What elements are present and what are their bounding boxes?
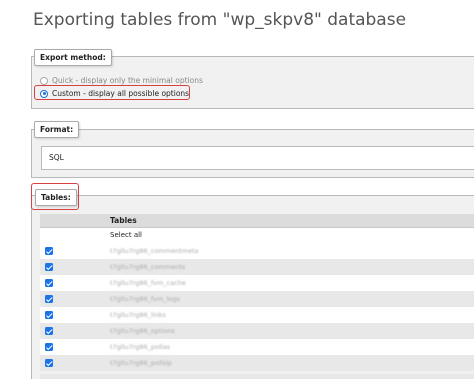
export-method-quick-option[interactable]: Quick - display only the minimal options xyxy=(40,76,203,85)
table-row: t7gllu7rg86_fvm_cache xyxy=(40,275,474,291)
tables-column-header: Tables xyxy=(40,214,474,228)
table-row-checkbox[interactable] xyxy=(45,311,53,319)
table-row-checkbox[interactable] xyxy=(45,359,53,367)
table-name[interactable]: t7gllu7rg86_fvm_logs xyxy=(110,295,180,303)
table-row-checkbox[interactable] xyxy=(45,327,53,335)
table-name[interactable]: t7gllu7rg86_comments xyxy=(110,263,185,271)
table-name[interactable]: t7gllu7rg86_options xyxy=(110,327,175,335)
quick-radio[interactable] xyxy=(40,76,48,85)
table-row: t7gllu7rg86_pollsip xyxy=(40,355,474,371)
table-name[interactable]: t7gllu7rg86_links xyxy=(110,311,166,319)
table-row-checkbox[interactable] xyxy=(45,279,53,287)
table-row: t7gllu7rg86_fvm_logs xyxy=(40,291,474,307)
table-row: t7gllu7rg86_pollas xyxy=(40,339,474,355)
table-row: t7gllu7rg86_comments xyxy=(40,259,474,275)
table-name[interactable]: t7gllu7rg86_pollas xyxy=(110,343,170,351)
table-name[interactable]: t7gllu7rg86_fvm_cache xyxy=(110,279,186,287)
export-method-legend: Export method: xyxy=(34,49,112,66)
table-row-checkbox[interactable] xyxy=(45,263,53,271)
table-name[interactable]: t7gllu7rg86_pollsip xyxy=(110,359,172,367)
custom-option-highlight xyxy=(34,85,190,100)
table-row: t7gllu7rg86_links xyxy=(40,307,474,323)
table-row-checkbox[interactable] xyxy=(45,295,53,303)
tables-table: Tables Select all t7gllu7rg86_commentmet… xyxy=(40,214,474,371)
tables-legend-highlight xyxy=(31,183,79,210)
select-all-link[interactable]: Select all xyxy=(40,228,474,243)
table-name[interactable]: t7gllu7rg86_commentmeta xyxy=(110,247,199,255)
quick-radio-label: Quick - display only the minimal options xyxy=(52,76,203,85)
format-legend: Format: xyxy=(34,121,80,138)
table-row: t7gllu7rg86_commentmeta xyxy=(40,243,474,259)
table-row-partial xyxy=(40,374,474,379)
format-select[interactable]: SQL xyxy=(41,146,474,170)
page-title: Exporting tables from "wp_skpv8" databas… xyxy=(33,10,407,30)
table-row-checkbox[interactable] xyxy=(45,247,53,255)
table-row: t7gllu7rg86_options xyxy=(40,323,474,339)
table-row-checkbox[interactable] xyxy=(45,343,53,351)
